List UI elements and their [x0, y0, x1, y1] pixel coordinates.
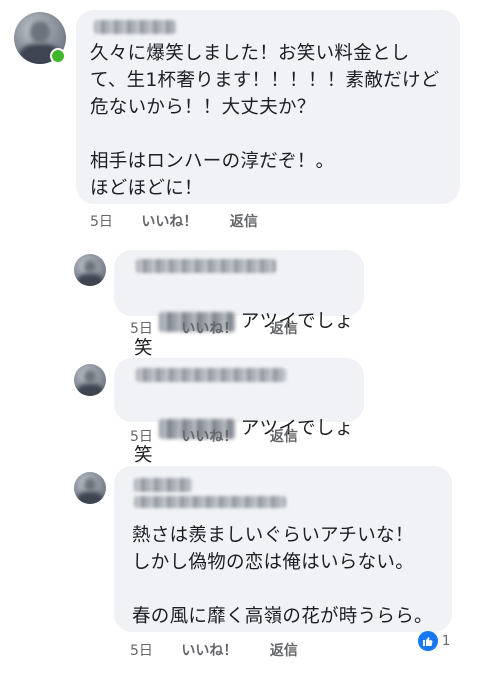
avatar-face: [83, 369, 97, 384]
online-status-icon: [50, 48, 66, 64]
avatar-face: [29, 21, 51, 44]
reply-timestamp[interactable]: 5日: [130, 426, 153, 446]
thumbs-up-glyph: [423, 637, 433, 646]
avatar-body: [77, 273, 103, 286]
reaction-count-number: 1: [442, 633, 451, 649]
reply-button[interactable]: 返信: [270, 318, 298, 338]
avatar[interactable]: [74, 254, 106, 286]
comment-bubble: 久々に爆笑しました！お笑い料金として、生1杯奢ります！！！！！素敵だけど危ないか…: [76, 10, 460, 204]
like-button[interactable]: いいね！: [181, 426, 237, 446]
reply-mention[interactable]: [134, 496, 286, 508]
avatar[interactable]: [74, 472, 106, 504]
reply-bubble: アツイでしょ笑: [114, 358, 364, 466]
reply-author-name[interactable]: [136, 259, 276, 273]
reply-button[interactable]: 返信: [270, 426, 298, 446]
reply-actions: 5日 いいね！ 返信: [130, 426, 298, 446]
reply-text: 熱さは羨ましいぐらいアチいな！ しかし偽物の恋は俺はいらない。 春の風に靡く高嶺…: [132, 525, 433, 627]
reply-timestamp[interactable]: 5日: [130, 318, 153, 338]
comment-text: 久々に爆笑しました！お笑い料金として、生1杯奢ります！！！！！素敵だけど危ないか…: [90, 43, 440, 199]
like-button[interactable]: いいね！: [181, 318, 237, 338]
reply-author-name[interactable]: [134, 478, 192, 492]
comment-timestamp[interactable]: 5日: [90, 211, 113, 231]
reply-button[interactable]: 返信: [230, 211, 258, 231]
thumbs-up-icon: [418, 631, 438, 651]
like-button[interactable]: いいね！: [141, 211, 197, 231]
avatar[interactable]: [74, 364, 106, 396]
avatar-body: [77, 491, 103, 504]
like-button[interactable]: いいね！: [181, 640, 237, 660]
comment-actions: 5日 いいね！ 返信: [90, 211, 258, 231]
reaction-count[interactable]: 1: [418, 630, 450, 652]
reply-actions: 5日 いいね！ 返信: [130, 318, 298, 338]
reply-timestamp[interactable]: 5日: [130, 640, 153, 660]
comment-author-name[interactable]: [94, 20, 176, 34]
reply-bubble: アツイでしょ笑: [114, 250, 364, 359]
avatar-face: [83, 477, 97, 492]
reply-button[interactable]: 返信: [270, 640, 298, 660]
reply-bubble: 熱さは羨ましいぐらいアチいな！ しかし偽物の恋は俺はいらない。 春の風に靡く高嶺…: [114, 466, 452, 632]
avatar-body: [77, 383, 103, 396]
avatar-face: [83, 259, 97, 274]
reply-author-name[interactable]: [136, 368, 286, 382]
reply-actions: 5日 いいね！ 返信: [130, 640, 298, 660]
